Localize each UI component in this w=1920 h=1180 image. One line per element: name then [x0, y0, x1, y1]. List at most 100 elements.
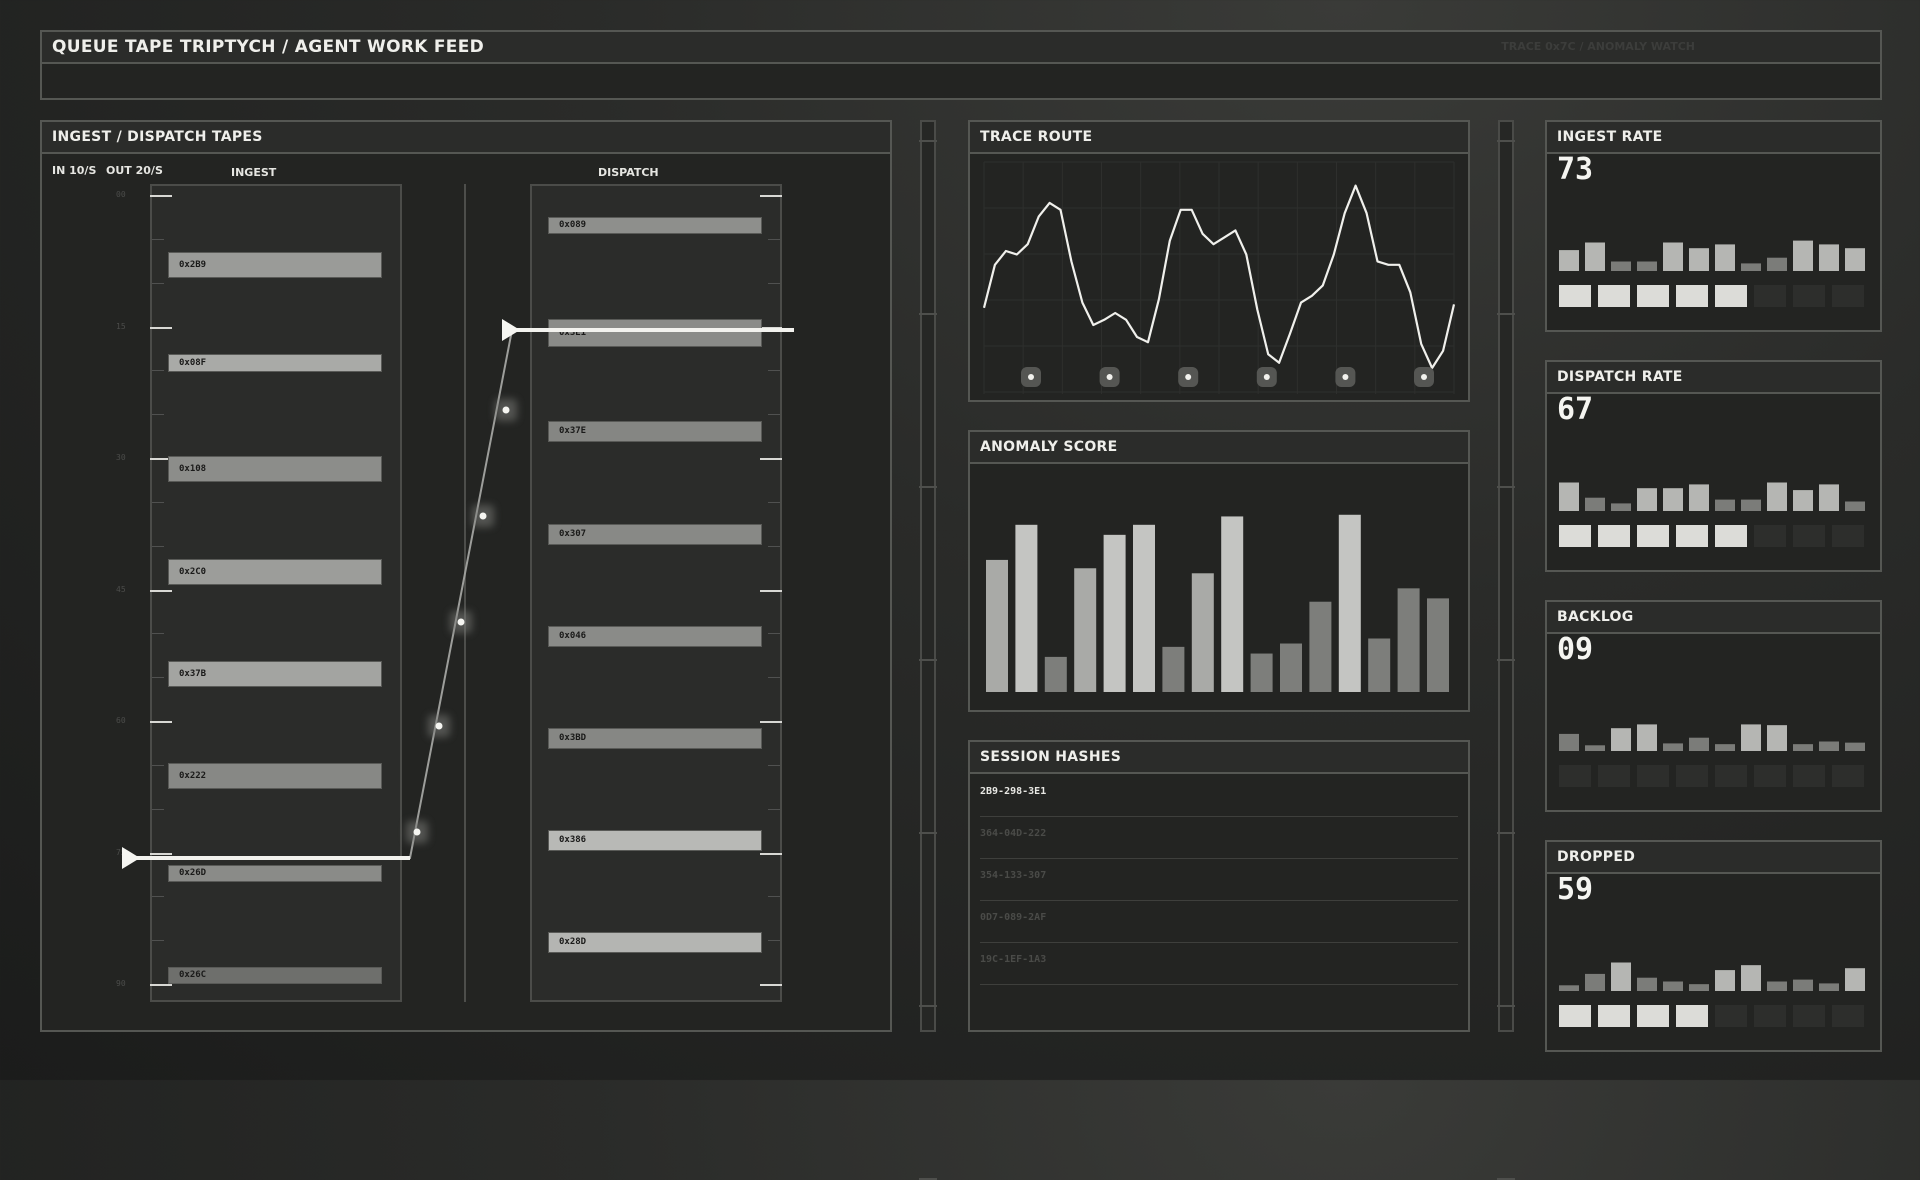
- ingest-item[interactable]: 0x37B: [168, 660, 382, 687]
- ingest-minor-tick: [152, 370, 164, 372]
- metric-bar: [1611, 962, 1631, 991]
- dispatch-minor-tick: [768, 370, 780, 372]
- session-hash-row[interactable]: 364-04D-222: [980, 817, 1458, 859]
- metric-bar: [1637, 261, 1657, 271]
- ingest-major-tick: [150, 721, 172, 723]
- metric-level-segment: [1676, 765, 1708, 787]
- dispatch-item[interactable]: 0x28D: [548, 932, 762, 954]
- dispatch-tape[interactable]: 0x089 0x3E1 0x37E 0x307 0x046 0x3BD 0x386 0x28D: [530, 184, 782, 1002]
- trace-label: TRACE 0x7C / ANOMALY WATCH: [1501, 40, 1695, 53]
- ingest-major-tick: [150, 195, 172, 197]
- left-scroll-rail[interactable]: [919, 120, 937, 1180]
- session-hash-row[interactable]: 2B9-298-3E1: [980, 775, 1458, 817]
- ingest-item[interactable]: 0x2B9: [168, 252, 382, 278]
- dispatch-item[interactable]: 0x386: [548, 830, 762, 852]
- metric-bar: [1689, 484, 1709, 511]
- anomaly-bar: [1368, 638, 1391, 692]
- metric-level-segment: [1676, 525, 1708, 547]
- dispatch-item[interactable]: 0x089: [548, 217, 762, 234]
- metric-bar: [1715, 244, 1735, 271]
- session-hash-row[interactable]: 0D7-089-2AF: [980, 901, 1458, 943]
- metric-bar: [1793, 979, 1813, 991]
- metric-level-segment: [1676, 1005, 1708, 1027]
- ingest-item[interactable]: 0x08F: [168, 354, 382, 373]
- ingest-minor-tick: [152, 940, 164, 942]
- metric-bar: [1741, 965, 1761, 991]
- dispatch-item[interactable]: 0x3BD: [548, 728, 762, 749]
- ingest-major-tick: [150, 589, 172, 592]
- rail-tick: [919, 659, 937, 661]
- scale-label: 15: [116, 321, 126, 331]
- ingest-minor-tick: [152, 896, 164, 898]
- anomaly-bar: [1162, 646, 1185, 692]
- metric-bar: [1819, 983, 1839, 991]
- dispatch-minor-tick: [768, 896, 780, 898]
- ingest-tape[interactable]: 0x2B9 0x08F 0x108 0x2C0 0x37B 0x222 0x26D 0x26C: [150, 184, 402, 1002]
- metric-level-segment: [1637, 285, 1669, 307]
- dispatch-major-tick: [760, 458, 782, 460]
- dispatch-major-tick: [760, 984, 782, 986]
- metric-level-segment: [1754, 765, 1786, 787]
- anomaly-score-panel: ANOMALY SCORE: [968, 430, 1470, 712]
- metric-title: DROPPED: [1547, 842, 1880, 874]
- metric-bar: [1663, 488, 1683, 511]
- metric-level-segment: [1598, 1005, 1630, 1027]
- ingest-major-tick: [150, 852, 172, 855]
- trace-node: [1028, 374, 1034, 380]
- anomaly-bar: [1397, 588, 1420, 692]
- metric-bar: [1611, 728, 1631, 751]
- rail-tick: [1497, 486, 1515, 488]
- metric-bar: [1663, 743, 1683, 751]
- metric-level-segment: [1832, 285, 1864, 307]
- metric-level-segment: [1793, 765, 1825, 787]
- right-scroll-rail[interactable]: [1497, 120, 1515, 1180]
- metric-bar: [1793, 240, 1813, 271]
- metric-level-segment: [1715, 525, 1747, 547]
- trace-node: [1421, 374, 1427, 380]
- packet-marker: [435, 722, 443, 730]
- anomaly-bar: [1044, 656, 1067, 692]
- metric-level-segment: [1598, 765, 1630, 787]
- dispatch-item[interactable]: 0x307: [548, 523, 762, 545]
- metric-level-segment: [1637, 765, 1669, 787]
- ingest-item[interactable]: 0x108: [168, 456, 382, 483]
- metric-bar: [1793, 744, 1813, 751]
- dispatch-major-tick: [760, 326, 782, 329]
- metric-bar: [1637, 977, 1657, 991]
- metric-bar: [1845, 501, 1865, 511]
- ingest-item[interactable]: 0x222: [168, 763, 382, 789]
- header-bar: QUEUE TAPE TRIPTYCH / AGENT WORK FEED TR…: [40, 30, 1882, 100]
- metric-level-segment: [1793, 1005, 1825, 1027]
- dispatch-item[interactable]: 0x3E1: [548, 319, 762, 348]
- metric-bar: [1637, 488, 1657, 511]
- metric-level-segment: [1559, 1005, 1591, 1027]
- anomaly-score-chart: [986, 514, 1449, 692]
- ingest-item[interactable]: 0x26C: [168, 967, 382, 985]
- session-hash-row[interactable]: 19C-1EF-1A3: [980, 943, 1458, 985]
- dispatch-minor-tick: [768, 940, 780, 942]
- trace-node: [1263, 374, 1270, 380]
- metric-bar: [1767, 725, 1787, 751]
- metric-sparkbars: [1559, 724, 1865, 787]
- metric-bar: [1741, 263, 1761, 271]
- dispatch-item[interactable]: 0x37E: [548, 421, 762, 443]
- anomaly-bar: [986, 559, 1008, 692]
- metric-bar: [1559, 250, 1579, 271]
- rail-tick: [1497, 659, 1515, 661]
- rail-tick: [919, 1005, 937, 1007]
- packet-glow: [428, 715, 450, 737]
- metric-bar: [1845, 248, 1865, 271]
- ingest-minor-tick: [152, 414, 164, 416]
- ingest-item[interactable]: 0x26D: [168, 865, 382, 883]
- metric-bar: [1637, 724, 1657, 751]
- dispatch-item[interactable]: 0x046: [548, 625, 762, 647]
- trace-node: [1342, 374, 1349, 380]
- ingest-item[interactable]: 0x2C0: [168, 558, 382, 585]
- metric-bar: [1663, 242, 1683, 271]
- metric-level-segment: [1832, 765, 1864, 787]
- metric-bar: [1611, 261, 1631, 271]
- rate-in-label: IN 10/S: [52, 164, 97, 177]
- trace-route-panel: TRACE ROUTE: [968, 120, 1470, 402]
- session-hash-row[interactable]: 354-133-307: [980, 859, 1458, 901]
- metric-level-segment: [1559, 525, 1591, 547]
